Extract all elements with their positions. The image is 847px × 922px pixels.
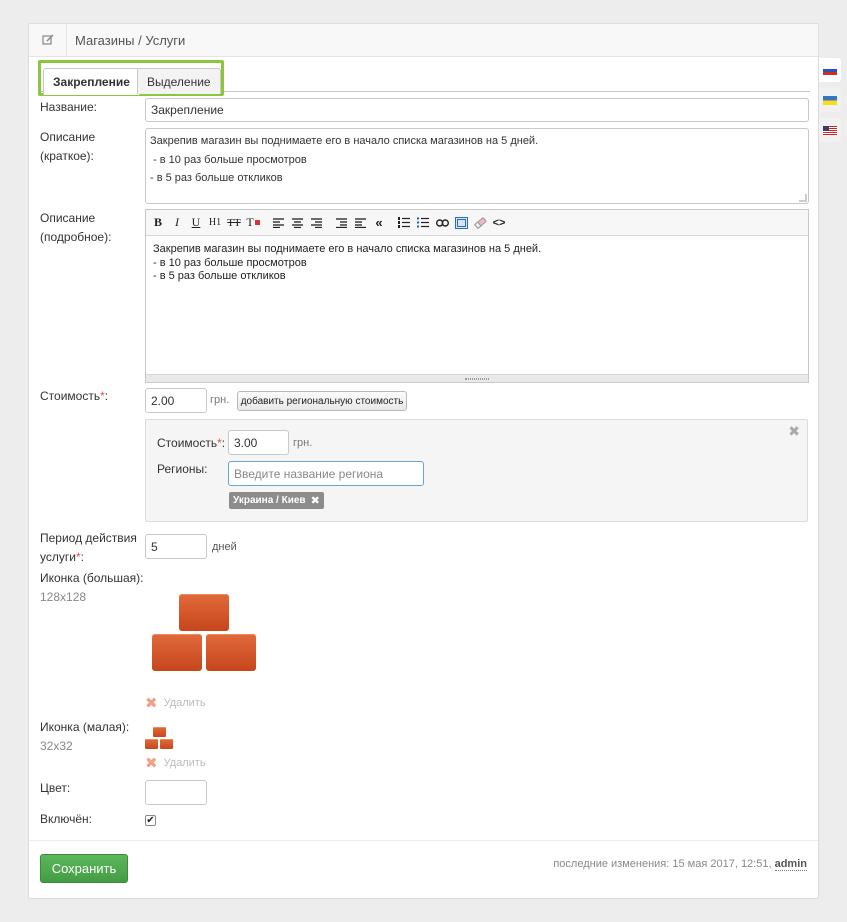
link-icon[interactable]: [434, 214, 450, 232]
delete-big-icon-button[interactable]: ✖ Удалить: [145, 694, 206, 712]
enabled-label: Включён:: [40, 812, 93, 826]
close-icon[interactable]: ✖: [788, 423, 800, 440]
font-size-icon[interactable]: TT: [226, 214, 242, 232]
align-left-icon[interactable]: [270, 214, 286, 232]
regional-price-label: Стоимость*:: [157, 436, 226, 450]
short-desc-textarea[interactable]: Закрепив магазин вы поднимаете его в нач…: [145, 128, 809, 204]
add-regional-price-button[interactable]: добавить региональную стоимость: [237, 391, 407, 411]
tab-highlight[interactable]: Выделение: [137, 68, 221, 94]
code-icon[interactable]: <>: [491, 214, 507, 232]
regional-price-input[interactable]: 3.00: [228, 430, 289, 455]
icon-small-label: Иконка (малая): 32x32: [40, 720, 130, 753]
regions-label: Регионы:: [157, 462, 208, 476]
fullscreen-icon[interactable]: [453, 214, 469, 232]
period-unit: дней: [212, 541, 237, 553]
lang-en[interactable]: [819, 118, 841, 142]
editor-resize-bar[interactable]: [146, 374, 808, 382]
name-label: Название:: [40, 100, 97, 114]
language-switcher: [819, 58, 841, 148]
lang-ru[interactable]: [819, 58, 841, 82]
regional-currency-label: грн.: [293, 437, 313, 449]
lang-ua[interactable]: [819, 88, 841, 112]
period-label: Период действия услуги*:: [40, 531, 137, 564]
price-label: Стоимость*:: [40, 389, 109, 403]
edit-icon: [29, 23, 67, 57]
last-changes-info: последние изменения: 15 мая 2017, 12:51,…: [553, 858, 807, 871]
unordered-list-icon[interactable]: [415, 214, 431, 232]
region-search-input[interactable]: Введите название региона: [228, 461, 424, 486]
region-tag: Украина / Киев ✖: [229, 492, 324, 509]
short-desc-label: Описание (краткое):: [40, 130, 96, 163]
us-flag-icon: [823, 125, 837, 135]
italic-icon[interactable]: I: [169, 214, 185, 232]
bold-icon[interactable]: B: [150, 214, 166, 232]
rich-text-editor: B I U H1 TT T « <> Закрепив магазин вы п…: [145, 209, 809, 383]
delete-small-icon-button[interactable]: ✖ Удалить: [145, 754, 206, 772]
color-input[interactable]: [145, 780, 207, 805]
align-right-icon[interactable]: [308, 214, 324, 232]
tab-pin[interactable]: Закрепление: [43, 68, 140, 95]
editor-content[interactable]: Закрепив магазин вы поднимаете его в нач…: [146, 236, 808, 291]
remove-tag-icon[interactable]: ✖: [311, 494, 320, 507]
regional-price-block: ✖ Стоимость*: 3.00 грн. Регионы: Введите…: [145, 419, 808, 522]
color-label: Цвет:: [40, 781, 71, 795]
page-title: Магазины / Услуги: [75, 32, 186, 48]
service-edit-panel: Магазины / Услуги Закрепление Выделение …: [28, 23, 819, 899]
text-color-icon[interactable]: T: [245, 214, 261, 232]
editor-toolbar: B I U H1 TT T « <>: [146, 210, 808, 236]
ua-flag-icon: [823, 95, 837, 105]
align-center-icon[interactable]: [289, 214, 305, 232]
quote-icon[interactable]: «: [371, 214, 387, 232]
period-input[interactable]: 5: [145, 534, 207, 559]
footer-divider: [29, 840, 818, 841]
enabled-checkbox[interactable]: ✔: [145, 815, 156, 826]
name-input[interactable]: Закрепление: [145, 98, 809, 122]
delete-icon: ✖: [145, 755, 158, 772]
ordered-list-icon[interactable]: [396, 214, 412, 232]
eraser-icon[interactable]: [472, 214, 488, 232]
heading-icon[interactable]: H1: [207, 214, 223, 232]
author-link[interactable]: admin: [774, 858, 807, 871]
indent-icon[interactable]: [352, 214, 368, 232]
ru-flag-icon: [823, 65, 837, 75]
icon-big-label: Иконка (большая): 128x128: [40, 571, 144, 604]
panel-header: Магазины / Услуги: [29, 23, 818, 57]
underline-icon[interactable]: U: [188, 214, 204, 232]
save-button[interactable]: Сохранить: [40, 854, 128, 883]
currency-label: грн.: [210, 394, 230, 406]
delete-icon: ✖: [145, 695, 158, 712]
resize-handle[interactable]: [799, 194, 807, 202]
price-input[interactable]: 2.00: [145, 388, 207, 413]
outdent-icon[interactable]: [333, 214, 349, 232]
full-desc-label: Описание (подробное):: [40, 211, 112, 244]
tabs-highlight: Закрепление Выделение: [38, 60, 224, 96]
